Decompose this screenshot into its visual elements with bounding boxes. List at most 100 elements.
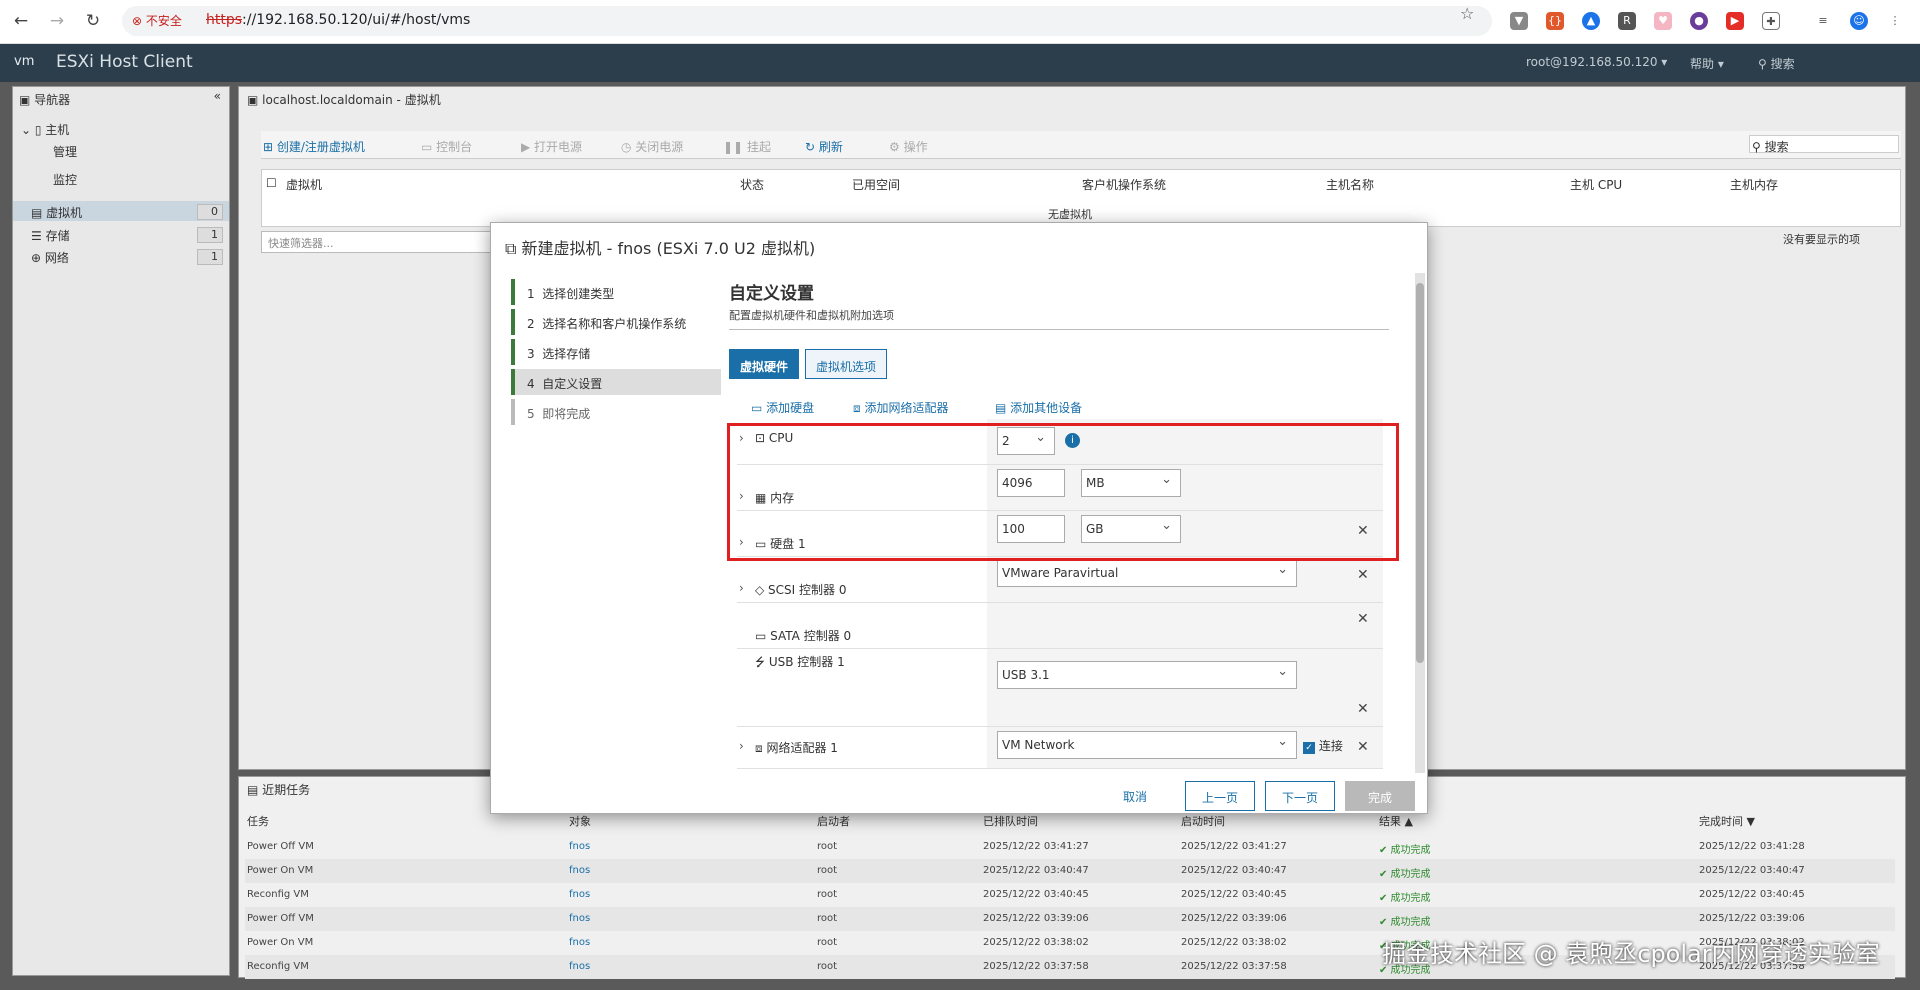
connect-checkbox[interactable]: ✓ 连接 — [1303, 737, 1343, 754]
memory-input[interactable]: 4096 — [997, 469, 1065, 497]
step-5[interactable]: 5 即将完成 — [511, 399, 721, 425]
task-row[interactable]: Power Off VM fnos root 2025/12/22 03:39:06 2… — [245, 907, 1895, 931]
task-cell-target[interactable]: fnos — [569, 865, 590, 876]
nav-network[interactable]: ⊕ 网络 1 — [31, 249, 227, 266]
next-button[interactable]: 下一页 — [1265, 781, 1335, 811]
cpu-select[interactable]: 2 — [997, 427, 1055, 455]
nav-storage[interactable]: ☰ 存储 1 — [31, 227, 227, 244]
col-guest-os[interactable]: 客户机操作系统 — [1082, 176, 1166, 193]
extension-code-icon[interactable]: {} — [1546, 12, 1564, 30]
col-task[interactable]: 任务 — [247, 813, 269, 829]
quick-filter-input[interactable]: 快速筛选器... — [261, 231, 501, 253]
remove-scsi-icon[interactable]: ✕ — [1357, 567, 1369, 583]
header-search[interactable]: ⚲ 搜索 — [1758, 55, 1795, 72]
step-1[interactable]: 1 选择创建类型 — [511, 279, 721, 305]
task-row[interactable]: Reconfig VM fnos root 2025/12/22 03:40:45 20… — [245, 883, 1895, 907]
tab-vm-options[interactable]: 虚拟机选项 — [805, 349, 888, 379]
extension-video-icon[interactable]: ▶ — [1726, 12, 1744, 30]
nic-select[interactable]: VM Network — [997, 731, 1297, 759]
usb-select[interactable]: USB 3.1 — [997, 661, 1297, 689]
actions-button[interactable]: ⚙ 操作 — [889, 138, 928, 155]
security-warning[interactable]: ⊗ 不安全 — [132, 12, 182, 29]
expand-icon[interactable]: › — [739, 581, 744, 595]
wizard-scrollbar[interactable] — [1415, 273, 1425, 773]
finish-button[interactable]: 完成 — [1345, 781, 1415, 811]
col-completed[interactable]: 完成时间 ▼ — [1699, 813, 1755, 829]
col-host-memory[interactable]: 主机内存 — [1730, 176, 1778, 193]
actions-label: 操作 — [903, 140, 928, 154]
suspend-button[interactable]: ❚❚ 挂起 — [723, 138, 771, 155]
create-vm-button[interactable]: ⊞ 创建/注册虚拟机 — [263, 138, 365, 155]
col-state[interactable]: 状态 — [740, 176, 764, 193]
nav-monitor[interactable]: 监控 — [53, 171, 77, 188]
profile-icon[interactable]: ☺ — [1850, 12, 1868, 30]
col-target[interactable]: 对象 — [569, 813, 591, 829]
col-host-name[interactable]: 主机名称 — [1326, 176, 1374, 193]
extension-r-icon[interactable]: R — [1618, 12, 1636, 30]
address-bar[interactable]: ⊗ 不安全 https://192.168.50.120/ui/#/host/v… — [122, 6, 1492, 36]
bookmark-star-icon[interactable]: ☆ — [1460, 4, 1474, 23]
col-result[interactable]: 结果 ▲ — [1379, 813, 1413, 829]
task-cell-target[interactable]: fnos — [569, 913, 590, 924]
extension-pink-icon[interactable]: ♥ — [1654, 12, 1672, 30]
col-started[interactable]: 启动时间 — [1181, 813, 1225, 829]
expand-icon[interactable]: › — [739, 739, 744, 753]
memory-unit-select[interactable]: MB — [1081, 469, 1181, 497]
add-other-button[interactable]: ▤ 添加其他设备 — [995, 399, 1082, 416]
tab-virtual-hardware[interactable]: 虚拟硬件 — [729, 349, 800, 379]
add-nic-button[interactable]: ⧈ 添加网络适配器 — [853, 399, 948, 416]
cancel-button[interactable]: 取消 — [1123, 788, 1147, 805]
extension-purple-icon[interactable]: ● — [1690, 12, 1708, 30]
col-queued[interactable]: 已排队时间 — [983, 813, 1038, 829]
select-all-checkbox[interactable]: ☐ — [266, 176, 277, 190]
refresh-button[interactable]: ↻ 刷新 — [805, 138, 843, 155]
step-3[interactable]: 3 选择存储 — [511, 339, 721, 365]
scsi-select[interactable]: VMware Paravirtual — [997, 559, 1297, 587]
power-on-button[interactable]: ▶ 打开电源 — [521, 138, 582, 155]
col-vm[interactable]: 虚拟机 — [286, 176, 322, 193]
nav-manage[interactable]: 管理 — [53, 143, 77, 160]
extension-blue-icon[interactable]: ▲ — [1582, 12, 1600, 30]
remove-disk-icon[interactable]: ✕ — [1357, 523, 1369, 539]
media-control-icon[interactable]: ≡ — [1814, 12, 1832, 30]
console-button[interactable]: ▭ 控制台 — [421, 138, 472, 155]
step-4[interactable]: 4 自定义设置 — [511, 369, 721, 395]
step-2[interactable]: 2 选择名称和客户机操作系统 — [511, 309, 721, 335]
user-menu[interactable]: root@192.168.50.120 ▾ — [1526, 55, 1667, 69]
col-host-cpu[interactable]: 主机 CPU — [1570, 176, 1622, 193]
collapse-icon[interactable]: « — [214, 89, 221, 103]
reload-icon[interactable]: ↻ — [82, 10, 104, 32]
disk-unit-select[interactable]: GB — [1081, 515, 1181, 543]
col-used-space[interactable]: 已用空间 — [852, 176, 900, 193]
task-row[interactable]: Power Off VM fnos root 2025/12/22 03:41:27 2… — [245, 835, 1895, 859]
nav-host[interactable]: ⌄ ▯ 主机 — [21, 121, 69, 138]
task-cell-target[interactable]: fnos — [569, 961, 590, 972]
power-off-button[interactable]: ◷ 关闭电源 — [621, 138, 683, 155]
scsi-value: VMware Paravirtual — [1002, 566, 1119, 580]
remove-usb-icon[interactable]: ✕ — [1357, 701, 1369, 717]
remove-sata-icon[interactable]: ✕ — [1357, 611, 1369, 627]
scroll-thumb[interactable] — [1416, 283, 1424, 663]
extensions-puzzle-icon[interactable]: ✚ — [1762, 12, 1780, 30]
vm-search-input[interactable]: ⚲ 搜索 — [1749, 135, 1899, 154]
back-icon[interactable]: ← — [10, 10, 32, 32]
disk-label: 硬盘 1 — [770, 537, 806, 551]
forward-icon[interactable]: → — [46, 10, 68, 32]
extension-v-icon[interactable]: ▼ — [1510, 12, 1528, 30]
task-row[interactable]: Power On VM fnos root 2025/12/22 03:40:47 20… — [245, 859, 1895, 883]
remove-nic-icon[interactable]: ✕ — [1357, 739, 1369, 755]
info-icon[interactable]: i — [1065, 433, 1080, 448]
browser-menu-icon[interactable]: ⋮ — [1886, 12, 1904, 30]
back-button[interactable]: 上一页 — [1185, 781, 1255, 811]
expand-icon[interactable]: › — [739, 489, 744, 503]
task-cell-target[interactable]: fnos — [569, 841, 590, 852]
help-menu[interactable]: 帮助 ▾ — [1690, 55, 1724, 72]
nav-vms[interactable]: ▤ 虚拟机 0 — [31, 204, 227, 221]
col-initiator[interactable]: 启动者 — [817, 813, 850, 829]
task-cell-target[interactable]: fnos — [569, 937, 590, 948]
disk-size-input[interactable]: 100 — [997, 515, 1065, 543]
add-disk-button[interactable]: ▭ 添加硬盘 — [751, 399, 814, 416]
task-cell-target[interactable]: fnos — [569, 889, 590, 900]
expand-icon[interactable]: › — [739, 431, 744, 445]
expand-icon[interactable]: › — [739, 535, 744, 549]
